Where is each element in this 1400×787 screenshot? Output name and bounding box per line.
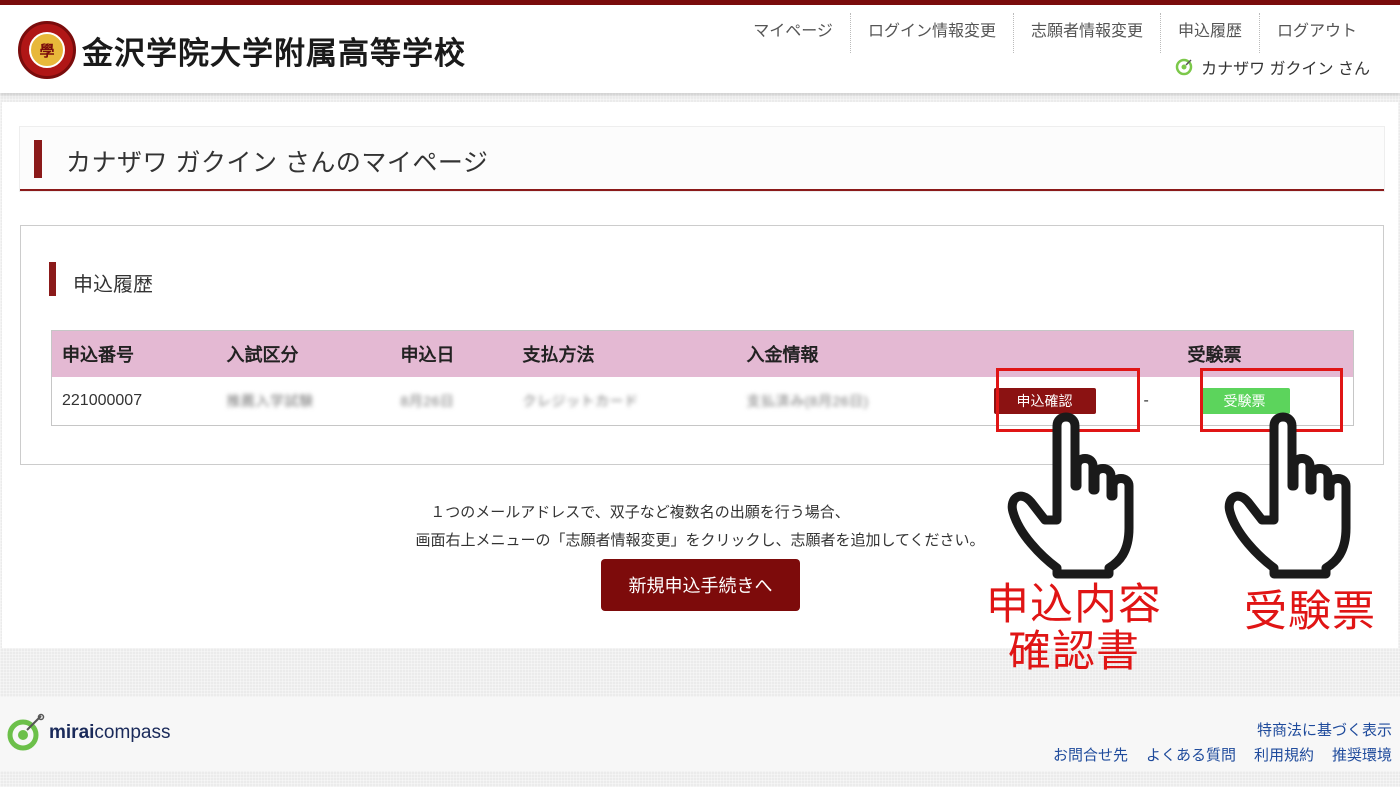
table-header-row: 申込番号 入試区分 申込日 支払方法 入金情報 受験票: [51, 330, 1354, 377]
col-application-number: 申込番号: [51, 330, 217, 377]
footer-link-terms[interactable]: 利用規約: [1254, 744, 1314, 765]
pointing-hand-icon-2: [1224, 412, 1351, 579]
section-title: 申込履歴: [73, 274, 153, 296]
multi-applicant-notice: １つのメールアドレスで、双子など複数名の出願を行う場合、 画面右上メニューの「志…: [2, 499, 1398, 555]
notice-line-2: 画面右上メニューの「志願者情報変更」をクリックし、志願者を追加してください。: [415, 532, 985, 549]
nav-logout[interactable]: ログアウト: [1258, 13, 1374, 53]
nav-applicant-info-change[interactable]: 志願者情報変更: [1012, 13, 1160, 53]
user-greeting: カナザワ ガクイン さん: [1175, 55, 1370, 79]
seal-char: 學: [29, 32, 65, 68]
confirm-annotation: 申込内容 確認書: [972, 582, 1176, 676]
pointing-hand-icon: [1007, 412, 1134, 579]
col-payment-method: 支払方法: [512, 330, 737, 377]
application-number: 221000007: [51, 376, 217, 426]
site-footer: miraicompass 特商法に基づく表示 お問合せ先 よくある質問 利用規約…: [0, 697, 1400, 771]
school-seal-icon: 學: [18, 21, 76, 79]
top-nav: マイページ ログイン情報変更 志願者情報変更 申込履歴 ログアウト: [736, 13, 1374, 53]
application-date-blurred: 8月26日: [400, 392, 455, 409]
confirm-annotation-line-2: 確認書: [1008, 628, 1140, 676]
col-application-date: 申込日: [390, 330, 513, 377]
school-name: 金沢学院大学附属高等学校: [82, 35, 466, 71]
deposit-info-blurred: 支払済み(8月26日): [746, 392, 869, 409]
page-title-box: カナザワ ガクイン さんのマイページ: [20, 127, 1384, 191]
nav-mypage[interactable]: マイページ: [736, 13, 850, 53]
site-header: 學 金沢学院大学附属高等学校 マイページ ログイン情報変更 志願者情報変更 申込…: [0, 0, 1400, 93]
miraicompass-icon: [7, 713, 45, 751]
section-accent-bar: [49, 262, 56, 296]
nav-application-history[interactable]: 申込履歴: [1159, 13, 1259, 53]
application-history-panel: 申込履歴 申込番号 入試区分 申込日 支払方法 入金情報 受験票 2210000…: [20, 225, 1384, 465]
nav-login-info-change[interactable]: ログイン情報変更: [849, 13, 1013, 53]
col-exam-type: 入試区分: [216, 330, 391, 377]
table-row: 221000007 推薦入学試験 8月26日 クレジットカード 支払済み(8月2…: [51, 376, 1354, 426]
user-name: カナザワ ガクイン さん: [1201, 61, 1370, 78]
ticket-annotation: 受験票: [1244, 588, 1376, 636]
payment-method-blurred: クレジットカード: [522, 392, 639, 409]
application-table: 申込番号 入試区分 申込日 支払方法 入金情報 受験票 221000007 推薦…: [51, 330, 1354, 426]
compass-icon: [1175, 58, 1193, 76]
no-value-dash: -: [1143, 376, 1178, 426]
notice-line-1: １つのメールアドレスで、双子など複数名の出願を行う場合、: [430, 504, 850, 521]
footer-link-faq[interactable]: よくある質問: [1146, 744, 1236, 765]
brand-regular: compass: [94, 722, 171, 743]
footer-link-contact[interactable]: お問合せ先: [1053, 744, 1128, 765]
school-logo[interactable]: 學 金沢学院大学附属高等学校: [18, 21, 466, 79]
footer-link-environment[interactable]: 推奨環境: [1332, 744, 1392, 765]
exam-type-blurred: 推薦入学試験: [226, 392, 314, 409]
page-title: カナザワ ガクイン さんのマイページ: [66, 149, 489, 177]
confirm-annotation-line-1: 申込内容: [986, 581, 1162, 629]
col-deposit-info: 入金情報: [736, 330, 994, 377]
brand-bold: mirai: [49, 722, 95, 743]
main-content: カナザワ ガクイン さんのマイページ 申込履歴 申込番号 入試区分 申込日 支払…: [2, 102, 1398, 648]
new-application-button[interactable]: 新規申込手続きへ: [601, 559, 800, 611]
title-accent-bar: [34, 140, 42, 178]
miraicompass-logo[interactable]: miraicompass: [5, 713, 170, 753]
col-dash: [1143, 330, 1178, 377]
footer-links: お問合せ先 よくある質問 利用規約 推奨環境: [1035, 744, 1392, 765]
footer-link-legal[interactable]: 特商法に基づく表示: [1257, 719, 1392, 740]
